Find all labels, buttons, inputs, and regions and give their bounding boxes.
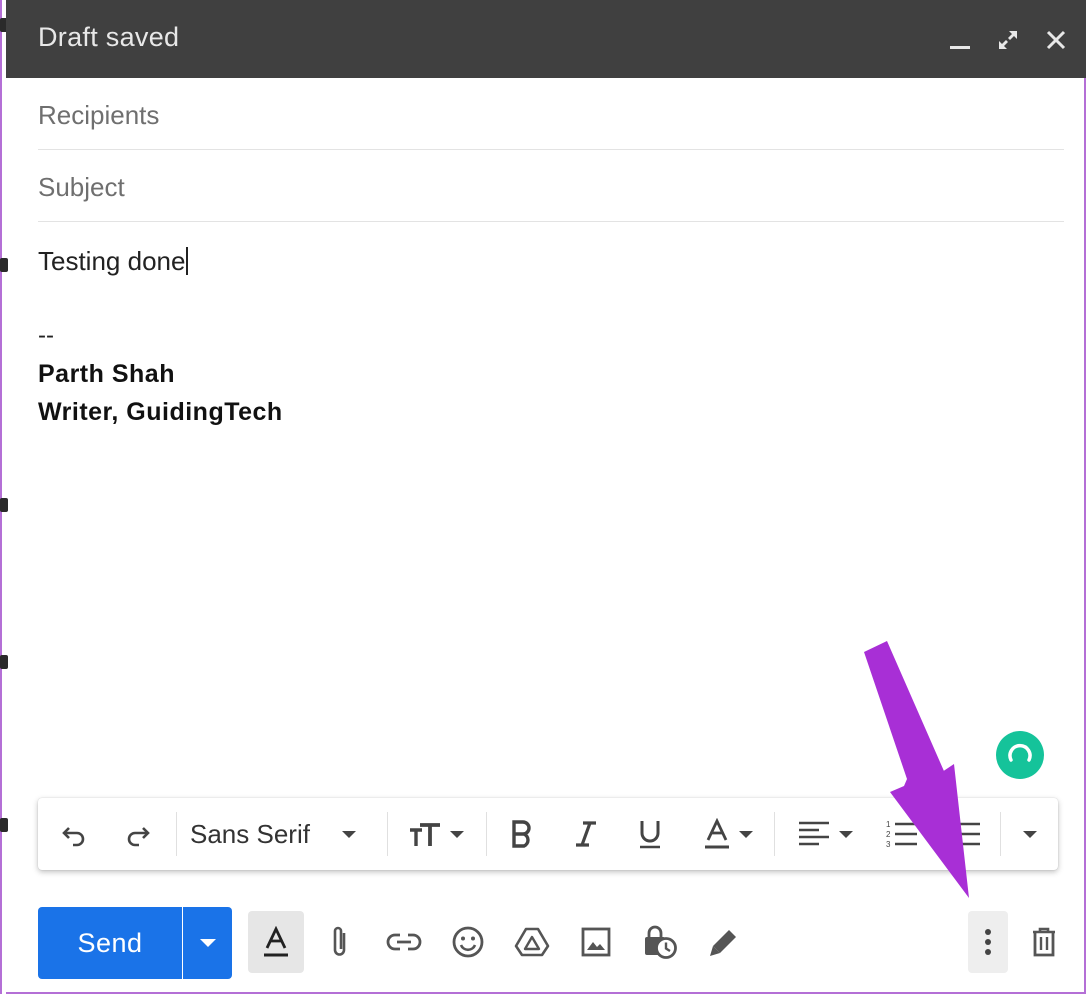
chevron-down-icon [199,939,216,947]
chevron-down-icon [839,830,853,838]
send-button[interactable]: Send [38,907,182,979]
chevron-down-icon [341,830,356,838]
insert-link-button[interactable] [382,911,426,973]
title-bar: Draft saved [6,0,1086,78]
attach-icon [333,926,346,956]
link-icon [386,933,422,951]
signature-title: Writer, GuidingTech [38,398,283,426]
svg-text:2: 2 [886,830,891,839]
grammarly-button[interactable] [996,731,1044,779]
discard-icon [1033,927,1055,957]
text-color-icon [705,818,729,849]
text-cursor [186,247,189,275]
text-size-icon [410,823,440,846]
recipients-placeholder: Recipients [38,100,160,130]
expand-icon [999,31,1017,49]
confidential-mode-button[interactable] [638,911,682,973]
numbered-list-button[interactable]: 1 2 3 [878,798,926,870]
chevron-down-icon [739,830,753,838]
svg-text:1: 1 [886,820,891,829]
send-options-button[interactable] [183,907,232,979]
minimize-icon [950,46,970,49]
bulleted-list-icon [960,822,980,846]
close-button[interactable] [1040,24,1072,56]
expand-button[interactable] [992,24,1024,56]
undo-icon [62,827,85,847]
more-options-icon [985,929,991,955]
chevron-down-icon [450,830,464,838]
subject-placeholder: Subject [38,172,125,202]
message-body[interactable]: Testing done [38,246,189,277]
align-icon [799,821,829,846]
insert-photo-button[interactable] [574,911,618,973]
svg-text:3: 3 [886,840,891,849]
insert-signature-button[interactable] [702,911,746,973]
insert-drive-button[interactable] [510,911,554,973]
confidential-icon [645,925,677,959]
close-icon [1046,30,1066,50]
italic-icon [576,821,596,847]
discard-draft-button[interactable] [1024,911,1064,973]
formatting-toolbar: Sans Serif 1 2 3 [38,798,1058,870]
font-select[interactable]: Sans Serif [190,798,374,870]
signature-name: Parth Shah [38,360,175,388]
font-label: Sans Serif [190,818,310,849]
more-formatting-icon [1023,830,1037,838]
attach-button[interactable] [320,911,360,973]
background-edge [0,0,8,994]
compose-window: Draft saved Recipients Subject Testing d… [0,0,1086,994]
photo-icon [581,927,611,957]
formatting-options-icon [264,926,288,957]
undo-button[interactable] [52,798,96,870]
formatting-options-button[interactable] [248,911,304,973]
insert-emoji-button[interactable] [446,911,490,973]
redo-button[interactable] [116,798,160,870]
signature-icon [710,927,739,956]
grammarly-icon [1008,743,1032,762]
emoji-icon [452,926,484,958]
minimize-button[interactable] [944,24,976,56]
window-title: Draft saved [38,22,180,52]
more-formatting-button[interactable] [1010,798,1050,870]
bold-button[interactable] [500,798,544,870]
underline-button[interactable] [628,798,672,870]
subject-field[interactable]: Subject [38,150,1064,222]
recipients-field[interactable]: Recipients [38,78,1064,150]
signature-separator: -- [38,322,54,349]
bold-icon [512,820,531,848]
underline-icon [640,821,660,849]
more-options-button[interactable] [968,911,1008,973]
drive-icon [514,927,550,957]
body-text: Testing done [38,246,186,276]
text-size-button[interactable] [400,798,472,870]
italic-button[interactable] [564,798,608,870]
text-color-button[interactable] [694,798,762,870]
numbered-list-icon: 1 2 3 [886,820,917,849]
bulleted-list-button[interactable] [948,798,988,870]
redo-icon [127,827,150,847]
align-button[interactable] [790,798,860,870]
